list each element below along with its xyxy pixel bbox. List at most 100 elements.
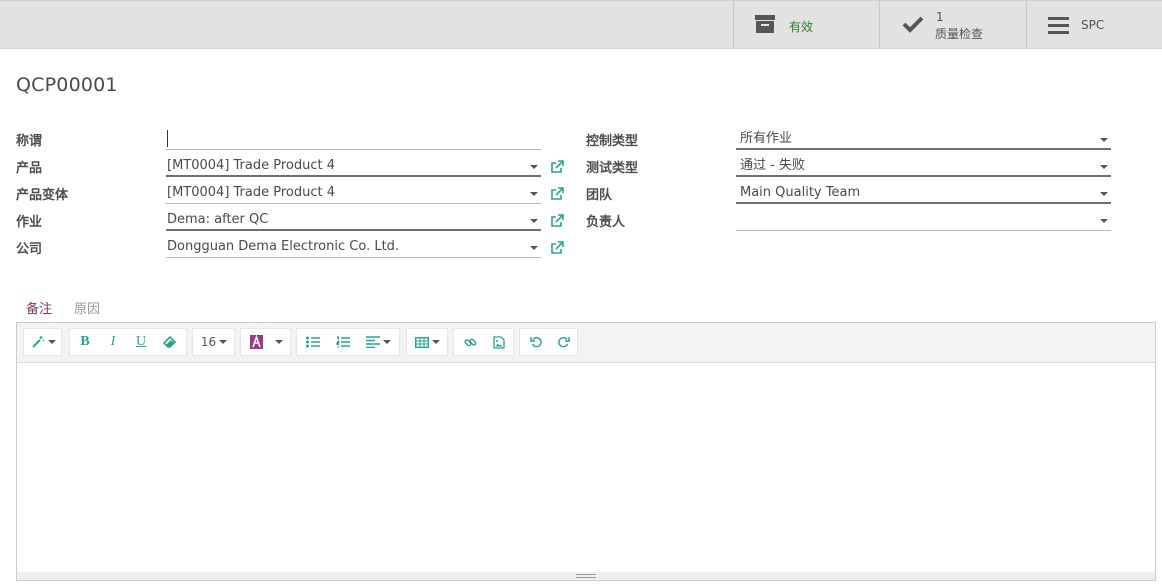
control-type-label: 控制类型 [586,134,639,149]
paragraph-group [296,328,400,356]
quality-checks-count: 1 [936,10,944,24]
insert-image-button[interactable] [485,329,513,355]
variant-select[interactable]: [MT0004] Trade Product 4 [166,183,541,204]
external-link-icon[interactable] [550,159,564,173]
style-dropdown-button[interactable] [27,329,60,355]
underline-icon: U [135,334,147,349]
notes-editor: B I U 16 [16,322,1156,581]
name-input[interactable] [166,129,541,150]
numbered-list-button[interactable] [329,329,357,355]
undo-button[interactable] [522,329,549,355]
menu-bars-icon [1048,16,1070,38]
variant-value: [MT0004] Trade Product 4 [167,185,336,200]
font-size-dropdown[interactable]: 16 [195,329,233,355]
align-left-icon [365,336,380,348]
chevron-down-icon [1100,165,1108,169]
color-group [240,328,291,356]
external-link-icon[interactable] [550,240,564,254]
numbered-list-icon [336,336,350,348]
chevron-down-icon [530,219,538,223]
archive-label: 有效 [789,20,814,34]
font-style-group: B I U [69,328,187,356]
responsible-label: 负责人 [586,215,626,230]
image-icon [493,335,505,349]
operation-value: Dema: after QC [167,212,269,227]
tab-reason[interactable]: 原因 [74,298,100,317]
font-color-icon [249,335,263,349]
undo-icon [529,336,542,348]
quality-checks-label: 质量检查 [935,27,984,41]
responsible-select[interactable] [736,210,1111,231]
resize-grip-icon [576,574,596,578]
external-link-icon[interactable] [550,213,564,227]
color-dropdown-button[interactable] [269,329,289,355]
text-color-button[interactable] [245,329,267,355]
team-label: 团队 [586,188,613,203]
insert-link-button[interactable] [456,329,484,355]
table-group [406,328,448,356]
italic-button[interactable]: I [100,329,126,355]
font-size-group: 16 [192,328,235,356]
company-select[interactable]: Dongguan Dema Electronic Co. Ltd. [166,237,541,258]
company-value: Dongguan Dema Electronic Co. Ltd. [167,239,400,254]
chevron-down-icon [1100,192,1108,196]
bullet-list-icon [306,336,320,348]
redo-button[interactable] [550,329,577,355]
chevron-down-icon [219,340,228,344]
archive-toggle-button[interactable]: 有效 [733,1,880,49]
operation-label: 作业 [16,215,43,230]
chevron-down-icon [530,192,538,196]
tab-notes[interactable]: 备注 [26,298,52,317]
bold-icon: B [80,334,90,349]
company-label: 公司 [16,242,43,257]
editor-resize-handle[interactable] [17,572,1155,580]
archive-icon [754,13,776,39]
align-dropdown-button[interactable] [359,329,397,355]
editor-toolbar: B I U 16 [17,323,1155,363]
test-type-value: 通过 - 失败 [740,158,805,173]
quality-checks-button[interactable]: 1 质量检查 [879,1,1027,49]
chevron-down-icon [530,246,538,250]
italic-icon: I [110,334,116,349]
product-label: 产品 [16,161,43,176]
chevron-down-icon [382,340,391,344]
team-value: Main Quality Team [740,185,861,200]
clear-format-button[interactable] [156,329,184,355]
underline-button[interactable]: U [128,329,154,355]
check-icon [902,15,924,37]
table-icon [414,336,429,348]
control-type-select[interactable]: 所有作业 [736,129,1111,150]
table-dropdown-button[interactable] [409,329,445,355]
chevron-down-icon [530,165,538,169]
chevron-down-icon [431,340,440,344]
redo-icon [557,336,570,348]
font-size-value: 16 [200,335,217,349]
chevron-down-icon [48,340,56,344]
name-label: 称谓 [16,134,43,149]
spc-label: SPC [1081,18,1105,32]
operation-select[interactable]: Dema: after QC [166,210,541,231]
test-type-label: 测试类型 [586,161,639,176]
test-type-select[interactable]: 通过 - 失败 [736,156,1111,177]
chevron-down-icon [1100,219,1108,223]
record-title: QCP00001 [16,74,118,96]
bold-button[interactable]: B [72,329,98,355]
external-link-icon[interactable] [550,186,564,200]
product-value: [MT0004] Trade Product 4 [167,158,336,173]
chevron-down-icon [275,340,283,344]
team-select[interactable]: Main Quality Team [736,183,1111,204]
chevron-down-icon [1100,138,1108,142]
magic-wand-icon [31,335,45,349]
history-group [519,328,578,356]
product-select[interactable]: [MT0004] Trade Product 4 [166,156,541,177]
text-cursor [167,130,168,147]
style-group [23,328,62,356]
insert-group [453,328,514,356]
bullet-list-button[interactable] [299,329,327,355]
variant-label: 产品变体 [16,188,69,203]
spc-button[interactable]: SPC [1026,1,1162,49]
control-type-value: 所有作业 [740,131,793,146]
link-icon [463,336,477,349]
editor-content-area[interactable] [17,363,1155,572]
smart-button-bar: 有效 1 质量检查 SPC [0,0,1162,49]
